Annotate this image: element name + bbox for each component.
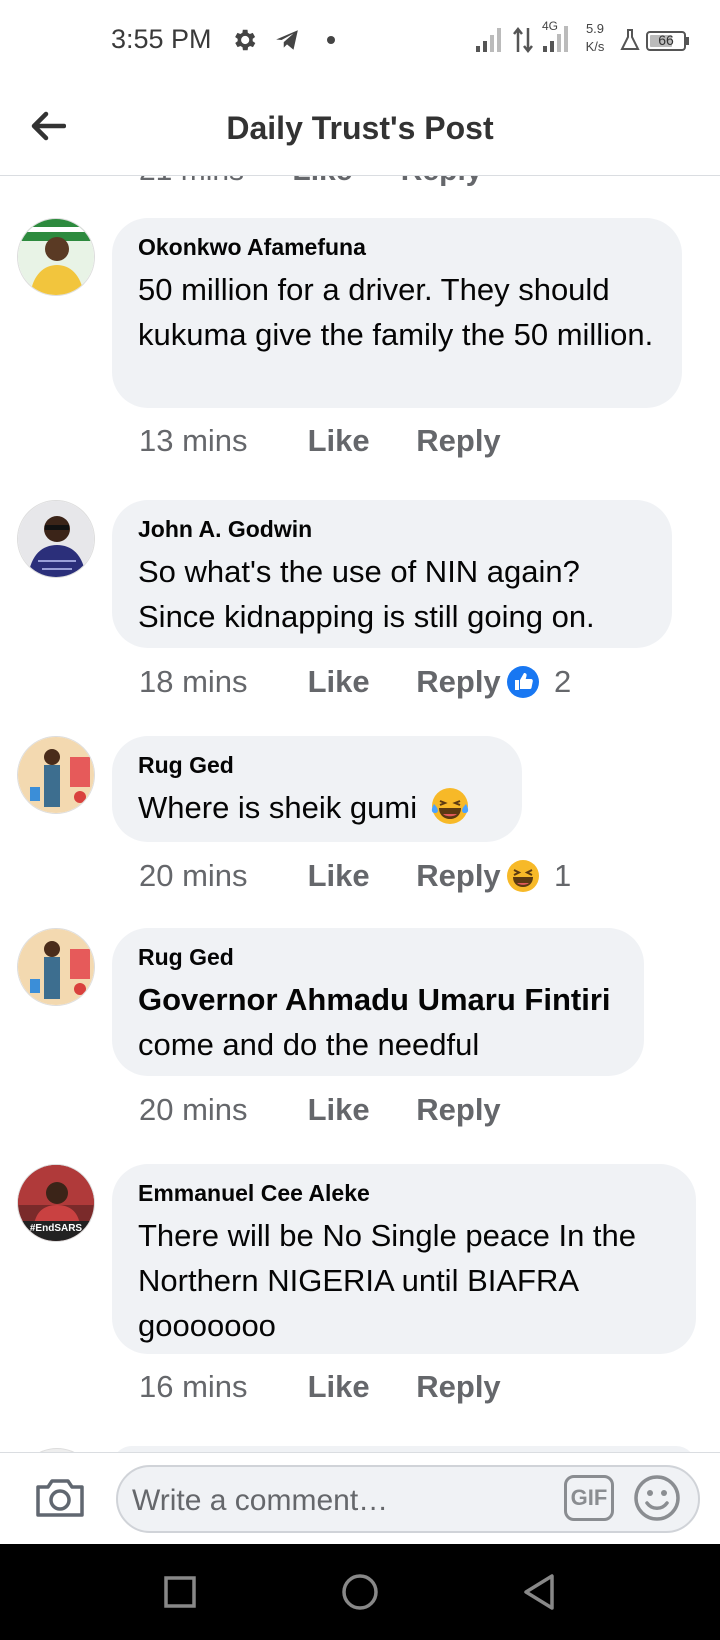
page-title: Daily Trust's Post xyxy=(226,110,494,146)
signal-4g-icon xyxy=(543,26,568,52)
home-circle-icon[interactable] xyxy=(338,1570,382,1614)
like-button[interactable]: Like xyxy=(308,664,408,700)
like-button[interactable]: Like xyxy=(308,1369,408,1405)
flask-icon xyxy=(620,29,640,50)
comment-composer: Write a comment… GIF xyxy=(0,1452,720,1544)
avatar[interactable] xyxy=(17,928,95,1006)
battery-level: 66 xyxy=(658,32,674,48)
avatar-image xyxy=(18,501,94,577)
comments-feed[interactable]: 21 mins Like Reply Okonkwo Afamefuna 50 … xyxy=(0,176,720,1452)
mention-link[interactable]: Governor Ahmadu Umaru Fintiri xyxy=(138,982,611,1017)
comment-text: So what's the use of NIN again? Since ki… xyxy=(138,554,595,634)
status-time: 3:55 PM xyxy=(111,24,212,54)
comment-bubble[interactable]: Okonkwo Afamefuna 50 million for a drive… xyxy=(112,218,682,408)
reply-button[interactable]: Reply xyxy=(416,423,500,459)
reaction-summary[interactable]: 2 xyxy=(506,664,571,700)
reply-button[interactable]: Reply xyxy=(416,664,500,700)
notification-dot xyxy=(327,36,335,44)
camera-icon[interactable] xyxy=(34,1473,86,1521)
app-header: Daily Trust's Post xyxy=(0,82,720,176)
comment-time: 18 mins xyxy=(139,664,248,699)
comment-actions: 20 mins Like Reply xyxy=(139,858,501,894)
recents-square-icon[interactable] xyxy=(158,1570,202,1614)
reply-button[interactable]: Reply xyxy=(416,1092,500,1128)
comment-author[interactable]: Rug Ged xyxy=(138,944,618,971)
comment-author[interactable]: Emmanuel Cee Aleke xyxy=(138,1180,670,1207)
comment-text: Governor Ahmadu Umaru Fintiri come and d… xyxy=(138,982,611,1062)
back-triangle-icon[interactable] xyxy=(518,1570,562,1614)
comment-time: 20 mins xyxy=(139,858,248,893)
comment-input-placeholder: Write a comment… xyxy=(132,1484,389,1517)
comment-time: 13 mins xyxy=(139,423,248,458)
comment-text: 50 million for a driver. They should kuk… xyxy=(138,272,654,352)
comment-author[interactable]: Okonkwo Afamefuna xyxy=(138,234,656,261)
avatar[interactable] xyxy=(17,218,95,296)
like-button[interactable]: Like xyxy=(308,858,408,894)
comment-input[interactable]: Write a comment… GIF xyxy=(116,1465,700,1533)
comment-actions: 20 mins Like Reply xyxy=(139,1092,501,1128)
comment-actions: 13 mins Like Reply xyxy=(139,423,501,459)
comment-bubble[interactable]: Emmanuel Cee Aleke There will be No Sing… xyxy=(112,1164,696,1354)
gif-button[interactable]: GIF xyxy=(564,1475,614,1521)
comment-time: 20 mins xyxy=(139,1092,248,1127)
comment-bubble[interactable]: Rug Ged Governor Ahmadu Umaru Fintiri co… xyxy=(112,928,644,1076)
comment-bubble[interactable]: Rug Ged Where is sheik gumi xyxy=(112,736,522,842)
comment-text: There will be No Single peace In the Nor… xyxy=(138,1218,637,1343)
gear-icon xyxy=(235,29,256,51)
like-thumb-icon xyxy=(507,666,539,698)
data-transfer-icon xyxy=(513,26,533,54)
comment-text: Where is sheik gumi xyxy=(138,785,496,830)
battery-tip xyxy=(686,37,689,45)
reply-button[interactable]: Reply xyxy=(416,858,500,894)
previous-comment-actions: 21 mins Like Reply xyxy=(139,176,522,188)
like-button[interactable]: Like xyxy=(308,1092,408,1128)
avatar[interactable] xyxy=(17,736,95,814)
haha-reaction-icon xyxy=(507,860,539,892)
reaction-summary[interactable]: 1 xyxy=(506,858,571,894)
comment-time: 16 mins xyxy=(139,1369,248,1404)
reaction-count: 2 xyxy=(554,664,572,699)
avatar-image xyxy=(18,929,94,1005)
like-button[interactable]: Like xyxy=(308,423,408,459)
telegram-icon xyxy=(276,30,298,50)
avatar[interactable] xyxy=(17,500,95,578)
battery-icon: 66 xyxy=(646,31,686,51)
signal-icon xyxy=(476,28,501,52)
reaction-count: 1 xyxy=(554,858,572,893)
comment-bubble[interactable]: John A. Godwin So what's the use of NIN … xyxy=(112,500,672,648)
avatar[interactable]: #EndSARS xyxy=(17,1164,95,1242)
comment-author[interactable]: Rug Ged xyxy=(138,752,496,779)
reply-button[interactable]: Reply xyxy=(416,1369,500,1405)
system-nav-bar xyxy=(0,1544,720,1640)
avatar-image xyxy=(18,737,94,813)
status-bar: 3:55 PM 4G 5.9 K/s 66 xyxy=(0,0,720,82)
laughing-tears-emoji xyxy=(431,788,468,824)
avatar-image xyxy=(18,219,94,295)
comment-actions: 16 mins Like Reply xyxy=(139,1369,501,1405)
comment-actions: 18 mins Like Reply xyxy=(139,664,501,700)
network-speed: 5.9 K/s xyxy=(585,21,605,54)
emoji-icon[interactable] xyxy=(632,1473,682,1523)
avatar-badge: #EndSARS xyxy=(29,1223,83,1234)
comment-author[interactable]: John A. Godwin xyxy=(138,516,646,543)
